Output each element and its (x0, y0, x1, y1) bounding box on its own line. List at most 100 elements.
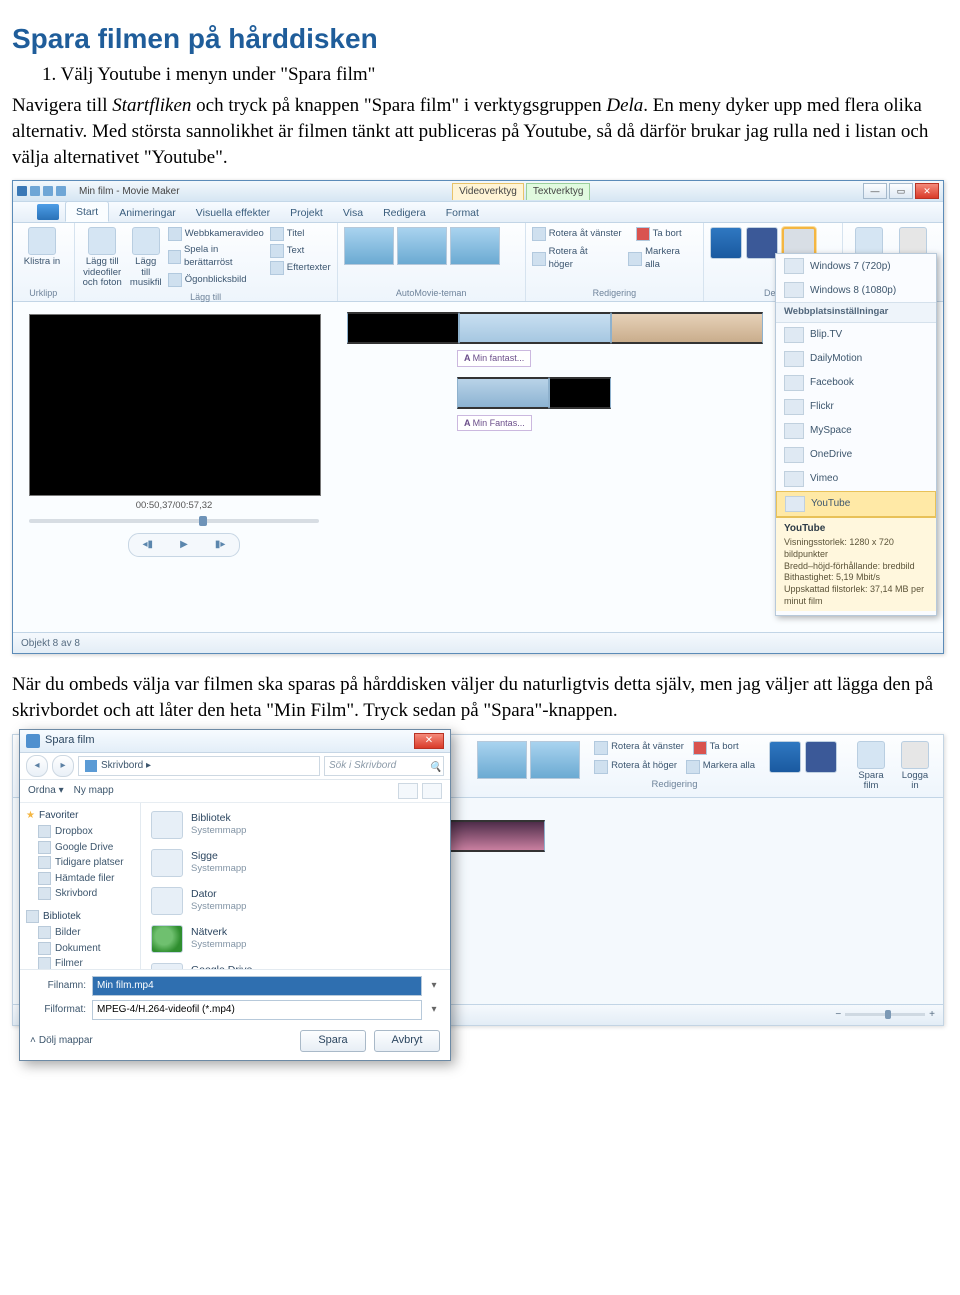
tab-visa[interactable]: Visa (333, 203, 373, 222)
tab-start[interactable]: Start (65, 201, 109, 222)
list-item[interactable]: BibliotekSystemmapp (151, 811, 440, 839)
qat-undo-icon[interactable] (43, 186, 53, 196)
menu-item-facebook[interactable]: Facebook (776, 371, 936, 395)
zoom-slider[interactable] (845, 1013, 925, 1016)
maximize-button[interactable]: ▭ (889, 183, 913, 199)
title-button[interactable]: Titel (270, 227, 331, 241)
new-folder-button[interactable]: Ny mapp (74, 784, 114, 798)
theme-thumb[interactable] (397, 227, 447, 265)
contextual-tab-video[interactable]: Videoverktyg (452, 183, 524, 200)
tab-visuella[interactable]: Visuella effekter (186, 203, 280, 222)
nav-back-button[interactable]: ◂ (26, 755, 48, 777)
next-button[interactable]: ▮▸ (215, 538, 226, 552)
theme-thumb[interactable] (477, 741, 527, 779)
rotate-right-button[interactable]: Rotera åt höger (532, 246, 615, 272)
rotate-right-button[interactable]: Rotera åt höger Markera alla (594, 760, 755, 774)
menu-item-flickr[interactable]: Flickr (776, 395, 936, 419)
dialog-close-button[interactable]: ✕ (414, 733, 444, 749)
play-button[interactable]: ▶ (180, 538, 188, 552)
dialog-file-list[interactable]: BibliotekSystemmapp SiggeSystemmapp Dato… (141, 803, 450, 969)
menu-item-vimeo[interactable]: Vimeo (776, 467, 936, 491)
contextual-tab-text[interactable]: Textverktyg (526, 183, 591, 200)
prev-button[interactable]: ◂▮ (143, 538, 154, 552)
share-onedrive-button[interactable] (710, 227, 742, 259)
sidebar-item[interactable]: Skrivbord (22, 886, 138, 902)
caption-button[interactable]: Text (270, 244, 331, 258)
clip[interactable] (611, 312, 763, 344)
fileformat-dropdown[interactable]: ▾ (428, 1003, 440, 1017)
clip[interactable] (549, 377, 611, 409)
menu-item-onedrive[interactable]: OneDrive (776, 443, 936, 467)
clip[interactable] (457, 377, 549, 409)
save-button[interactable]: Spara (300, 1030, 366, 1052)
list-item[interactable]: NätverkSystemmapp (151, 925, 440, 953)
add-music-button[interactable]: Lägg till musikfil (130, 227, 162, 288)
menu-item-blip[interactable]: Blip.TV (776, 323, 936, 347)
sidebar-item[interactable]: Dropbox (22, 824, 138, 840)
list-item[interactable]: DatorSystemmapp (151, 887, 440, 915)
sidebar-item[interactable]: Tidigare platser (22, 855, 138, 871)
seek-bar[interactable] (29, 519, 319, 523)
webcam-button[interactable]: Webbkameravideo (168, 227, 264, 241)
delete-button[interactable]: Ta bort (636, 227, 682, 241)
paste-button[interactable]: Klistra in (19, 227, 65, 267)
group-urklipp: Urklipp (19, 286, 68, 299)
file-tab[interactable] (37, 204, 59, 220)
sidebar-item[interactable]: Dokument (22, 941, 138, 957)
list-item[interactable]: SiggeSystemmapp (151, 849, 440, 877)
qat-redo-icon[interactable] (56, 186, 66, 196)
share-facebook-button[interactable] (805, 741, 837, 773)
filename-input[interactable]: Min film.mp4 (92, 976, 422, 996)
organize-button[interactable]: Ordna ▾ (28, 784, 64, 798)
theme-thumb[interactable] (344, 227, 394, 265)
nav-forward-button[interactable]: ▸ (52, 755, 74, 777)
menu-item-win8[interactable]: Windows 8 (1080p) (776, 278, 936, 302)
tab-animeringar[interactable]: Animeringar (109, 203, 186, 222)
zoom-in-icon[interactable]: + (929, 1008, 935, 1022)
sidebar-item[interactable]: Filmer (22, 956, 138, 969)
clip[interactable] (459, 312, 611, 344)
paragraph-2: När du ombeds välja var filmen ska spara… (12, 672, 948, 723)
theme-thumb[interactable] (530, 741, 580, 779)
share-facebook-button[interactable] (746, 227, 778, 259)
sidebar-item[interactable]: Hämtade filer (22, 871, 138, 887)
menu-item-myspace[interactable]: MySpace (776, 419, 936, 443)
rotate-left-button[interactable]: Rotera åt vänster (532, 227, 622, 241)
fileformat-select[interactable]: MPEG-4/H.264-videofil (*.mp4) (92, 1000, 422, 1020)
narration-button[interactable]: Spela in berättarröst (168, 244, 264, 270)
rotate-left-button[interactable]: Rotera åt vänster Ta bort (594, 741, 755, 755)
zoom-control[interactable]: − + (835, 1008, 935, 1022)
sidebar-item[interactable]: Google Drive (22, 840, 138, 856)
breadcrumb[interactable]: Skrivbord ▸ (78, 756, 320, 776)
menu-item-dailymotion[interactable]: DailyMotion (776, 347, 936, 371)
menu-item-youtube[interactable]: YouTube (776, 491, 936, 517)
menu-item-win7[interactable]: Windows 7 (720p) (776, 254, 936, 278)
sign-in-button[interactable]: Logga in (897, 741, 933, 795)
tab-redigera[interactable]: Redigera (373, 203, 436, 222)
tab-projekt[interactable]: Projekt (280, 203, 333, 222)
caption-chip[interactable]: Min Fantas... (457, 415, 532, 431)
search-input[interactable]: Sök i Skrivbord🔍 (324, 756, 444, 776)
cancel-button[interactable]: Avbryt (374, 1030, 440, 1052)
clip[interactable] (347, 312, 459, 344)
hide-folders-button[interactable]: ˄Dölj mappar (30, 1034, 93, 1048)
save-movie-button[interactable]: Spara film (851, 741, 891, 795)
credits-button[interactable]: Eftertexter (270, 261, 331, 275)
qat-save-icon[interactable] (30, 186, 40, 196)
zoom-out-icon[interactable]: − (835, 1008, 841, 1022)
snapshot-button[interactable]: Ögonblicksbild (168, 273, 264, 287)
automovie-gallery[interactable] (344, 227, 519, 286)
tab-format[interactable]: Format (436, 203, 489, 222)
caption-chip[interactable]: Min fantast... (457, 350, 531, 366)
minimize-button[interactable]: — (863, 183, 887, 199)
view-button[interactable] (398, 783, 418, 799)
share-onedrive-button[interactable] (769, 741, 801, 773)
close-button[interactable]: ✕ (915, 183, 939, 199)
theme-thumb[interactable] (450, 227, 500, 265)
filename-dropdown[interactable]: ▾ (428, 979, 440, 993)
help-button[interactable] (422, 783, 442, 799)
select-all-button[interactable]: Markera alla (628, 246, 697, 272)
save-dialog: Spara film ✕ ◂ ▸ Skrivbord ▸ Sök i Skriv… (19, 729, 451, 1061)
add-video-button[interactable]: Lägg till videofiler och foton (81, 227, 124, 288)
sidebar-item[interactable]: Bilder (22, 925, 138, 941)
